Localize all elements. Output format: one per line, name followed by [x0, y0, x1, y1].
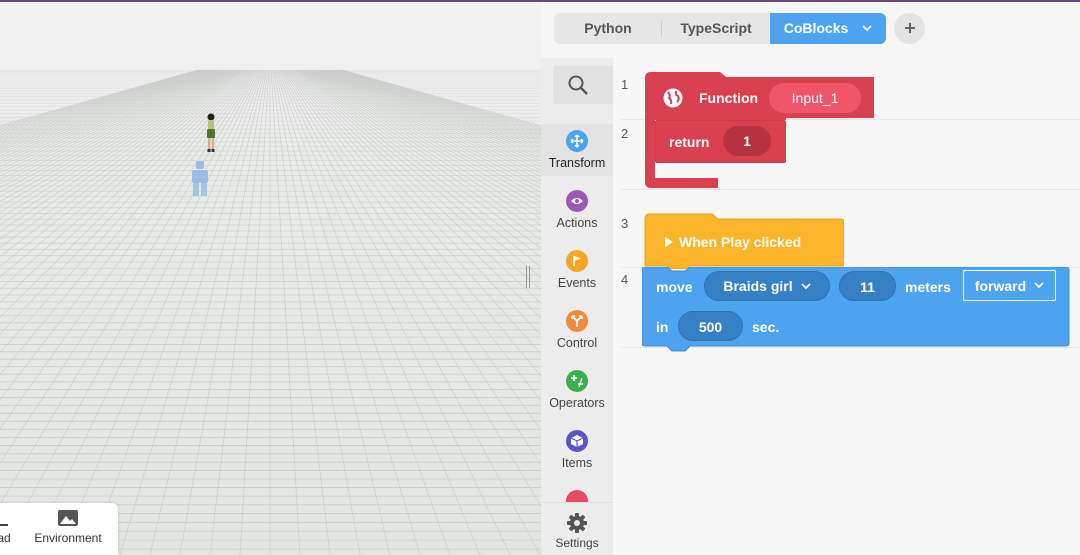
gear-icon — [567, 513, 587, 533]
category-items[interactable]: Items — [541, 424, 613, 476]
chevron-down-icon[interactable] — [862, 25, 872, 32]
tab-label: CoBlocks — [783, 20, 849, 36]
upload-icon — [0, 524, 8, 526]
return-value-field[interactable]: 1 — [723, 126, 771, 156]
direction-dropdown-label: forward — [974, 277, 1027, 294]
search-button[interactable] — [553, 66, 613, 104]
target-dropdown[interactable]: Braids girl — [704, 271, 830, 301]
event-label: When Play clicked — [679, 234, 802, 250]
viewport-tab-label: ad — [0, 531, 11, 545]
duration-field[interactable]: 500 — [678, 311, 743, 341]
line-number: 3 — [621, 216, 629, 231]
viewport-tab-upload[interactable]: ad — [0, 509, 22, 545]
add-tab-button[interactable] — [894, 13, 925, 44]
block-category-sidebar: Transform Actions Events Control Operato… — [541, 58, 613, 555]
viewport-bottom-tabs: ad Environment — [0, 503, 118, 555]
play-icon — [665, 237, 673, 247]
category-label: Operators — [549, 396, 605, 410]
plus-icon — [904, 23, 915, 33]
eye-icon — [566, 190, 588, 212]
panel-resize-handle[interactable] — [526, 266, 532, 288]
ghost-placeholder-figure[interactable] — [190, 161, 210, 197]
duration-unit-label: sec. — [752, 319, 780, 335]
scene-viewport[interactable]: ad Environment — [0, 0, 541, 555]
tab-label: Python — [584, 20, 632, 36]
direction-dropdown[interactable]: forward — [963, 270, 1056, 301]
distance-field[interactable]: 11 — [839, 271, 896, 301]
category-label: Events — [557, 276, 597, 290]
in-keyword: in — [656, 319, 669, 335]
move-keyword: move — [656, 279, 693, 295]
target-dropdown-label: Braids girl — [723, 278, 793, 294]
category-label: Actions — [556, 216, 598, 230]
return-keyword: return — [669, 134, 710, 150]
viewport-tab-label: Environment — [34, 531, 102, 545]
tab-typescript[interactable]: TypeScript — [662, 13, 770, 44]
search-icon — [568, 75, 588, 95]
unit-label: meters — [905, 279, 951, 295]
language-tabs: Python TypeScript CoBlocks — [554, 13, 886, 44]
settings-label: Settings — [555, 536, 599, 550]
category-operators[interactable]: Operators — [541, 364, 613, 416]
category-control[interactable]: Control — [541, 304, 613, 356]
line-number: 1 — [621, 77, 629, 92]
category-label: Control — [556, 336, 598, 350]
plus-minus-icon — [566, 370, 588, 392]
cube-icon — [566, 430, 588, 452]
line-number: 2 — [621, 126, 629, 141]
tab-label: TypeScript — [680, 20, 752, 36]
code-workspace[interactable]: 1 2 3 4 Function Input_1 return 1 When P… — [613, 58, 1080, 555]
move-block[interactable]: move Braids girl 11 meters forward in 50… — [642, 267, 1070, 352]
move-arrows-icon — [566, 130, 588, 152]
branch-icon — [566, 310, 588, 332]
globe-icon — [663, 88, 683, 108]
viewport-tab-environment[interactable]: Environment — [28, 509, 108, 545]
chevron-down-icon — [800, 282, 811, 289]
category-label: Items — [561, 456, 593, 470]
window-top-border — [0, 0, 1080, 2]
tab-coblocks[interactable]: CoBlocks — [770, 13, 886, 44]
function-name-field[interactable]: Input_1 — [769, 83, 861, 113]
category-label: Transform — [548, 156, 606, 170]
line-number: 4 — [621, 272, 629, 287]
function-keyword: Function — [699, 90, 759, 106]
settings-button[interactable]: Settings — [541, 502, 613, 555]
braids-girl-character[interactable] — [202, 113, 220, 155]
category-events[interactable]: Events — [541, 244, 613, 296]
return-block[interactable]: return 1 — [655, 120, 786, 163]
category-transform[interactable]: Transform — [541, 124, 613, 176]
chevron-down-icon — [1034, 282, 1044, 289]
flag-icon — [566, 250, 588, 272]
editor-header: Python TypeScript CoBlocks — [541, 0, 1080, 58]
floor-grid — [0, 69, 541, 555]
category-actions[interactable]: Actions — [541, 184, 613, 236]
tab-python[interactable]: Python — [554, 13, 662, 44]
when-play-clicked-block[interactable]: When Play clicked — [642, 211, 844, 269]
landscape-image-icon — [58, 510, 78, 526]
